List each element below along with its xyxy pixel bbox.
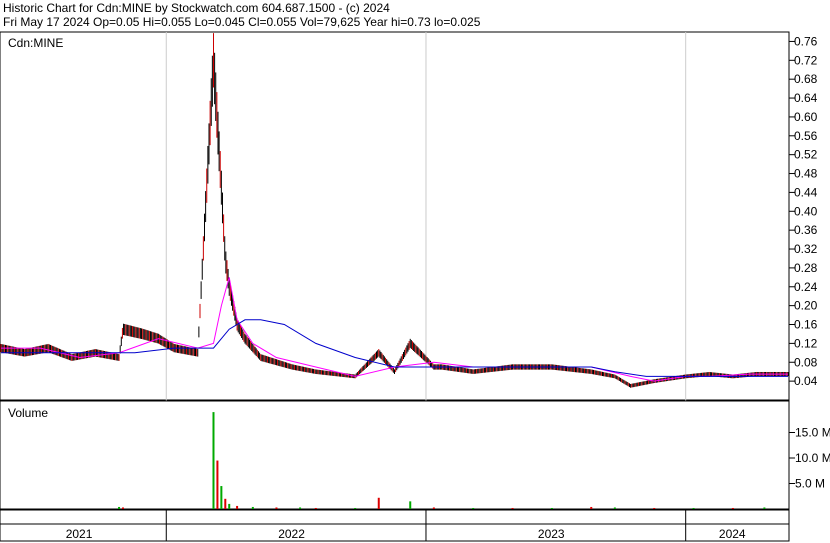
price-panel-title: Cdn:MINE <box>8 36 63 50</box>
price-tick-label: 0.60 <box>794 110 818 124</box>
volume-tick-label: 5.0 M <box>795 477 825 491</box>
volume-bar <box>613 507 616 509</box>
volume-bar <box>692 507 695 509</box>
volume-bar <box>731 507 734 509</box>
volume-panel-frame <box>0 400 790 510</box>
volume-bar <box>299 507 302 509</box>
price-tick-label: 0.36 <box>794 223 818 237</box>
price-tick-label: 0.20 <box>794 299 818 313</box>
volume-tick-label: 10.0 M <box>795 451 830 465</box>
year-label: 2021 <box>66 527 93 541</box>
price-tick-label: 0.40 <box>794 204 818 218</box>
volume-bar <box>653 507 656 509</box>
chart-svg: Cdn:MINE 0.76 0.72 0.68 0.64 0.60 0.56 0.52 0.4… <box>0 31 830 542</box>
price-tick-label: 0.16 <box>794 318 818 332</box>
volume-panel-title: Volume <box>8 406 48 420</box>
volume-bar <box>550 507 553 509</box>
volume-tick-label: 15.0 M <box>795 426 830 440</box>
year-axis: 2021 2022 2023 2024 <box>0 509 790 542</box>
price-tick-label: 0.64 <box>794 91 818 105</box>
price-tick-label: 0.24 <box>794 280 818 294</box>
price-tick-label: 0.52 <box>794 148 818 162</box>
price-tick-label: 0.48 <box>794 167 818 181</box>
year-label: 2022 <box>278 527 305 541</box>
volume-bar <box>314 507 317 509</box>
price-y-axis: 0.76 0.72 0.68 0.64 0.60 0.56 0.52 0.48 0.44 0.40… <box>789 34 818 388</box>
volume-bar <box>251 506 254 509</box>
price-tick-label: 0.44 <box>794 185 818 199</box>
year-axis-frame <box>0 509 790 525</box>
year-label: 2023 <box>538 527 565 541</box>
price-tick-label: 0.28 <box>794 261 818 275</box>
volume-bar <box>377 497 380 509</box>
volume-bar <box>212 412 215 509</box>
volume-bar <box>409 501 412 509</box>
stock-chart: Historic Chart for Cdn:MINE by Stockwatc… <box>0 0 830 543</box>
price-tick-label: 0.68 <box>794 72 818 86</box>
volume-bar <box>763 507 766 509</box>
volume-bar <box>118 506 121 509</box>
price-tick-label: 0.76 <box>794 34 818 48</box>
price-tick-label: 0.08 <box>794 355 818 369</box>
volume-panel: Volume 15.0 M 10.0 M 5.0 M <box>0 400 830 510</box>
price-tick-label: 0.04 <box>794 374 818 388</box>
volume-bar <box>121 507 124 509</box>
price-tick-label: 0.12 <box>794 336 818 350</box>
price-tick-label: 0.32 <box>794 242 818 256</box>
price-panel-frame <box>0 31 790 401</box>
volume-y-axis: 15.0 M 10.0 M 5.0 M <box>789 426 830 491</box>
volume-bar <box>354 507 357 509</box>
volume-bar <box>216 460 219 509</box>
volume-bar <box>224 498 227 509</box>
volume-bar <box>472 507 475 509</box>
year-label: 2024 <box>719 527 746 541</box>
year-label-frame <box>0 523 790 542</box>
price-tick-label: 0.56 <box>794 129 818 143</box>
volume-bar <box>590 506 593 509</box>
price-tick-label: 0.72 <box>794 53 818 67</box>
volume-bar <box>511 507 514 509</box>
volume-bar <box>220 486 223 509</box>
volume-bar <box>432 507 435 509</box>
volume-bar <box>228 503 231 509</box>
volume-bar <box>275 507 278 509</box>
volume-bar <box>236 505 239 509</box>
